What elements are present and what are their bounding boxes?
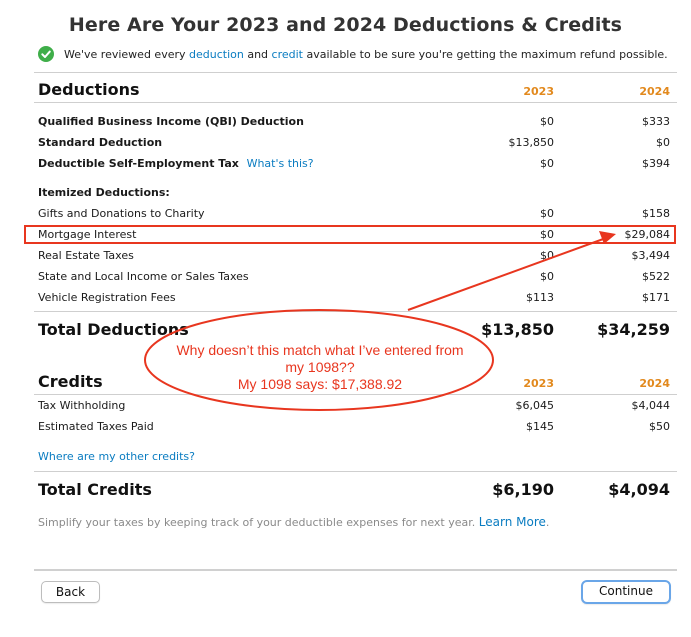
annotation-text: Why doesn’t this match what I’ve entered…: [150, 342, 490, 393]
annotation-line2: my 1098??: [285, 359, 355, 375]
annotation-line1: Why doesn’t this match what I’ve entered…: [176, 342, 464, 358]
annotation-arrow-head: [599, 231, 616, 244]
annotation-overlay: [144, 231, 616, 411]
annotation-arrow-line: [407, 237, 607, 311]
annotation-line3: My 1098 says: $17,388.92: [237, 376, 403, 392]
